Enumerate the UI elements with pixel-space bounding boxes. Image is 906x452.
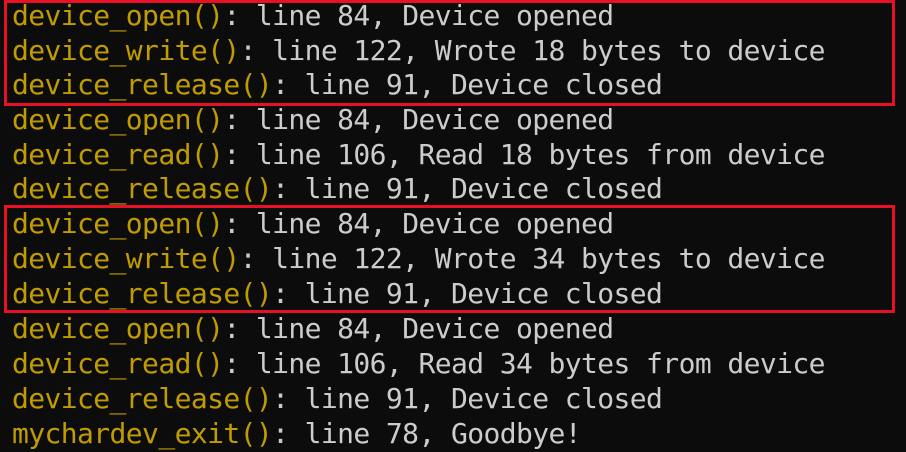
log-function-name: device_read() <box>12 138 224 171</box>
log-function-name: device_release() <box>12 382 273 415</box>
terminal-output: device_open(): line 84, Device opened de… <box>0 0 906 452</box>
log-function-name: mychardev_exit() <box>12 417 273 450</box>
log-message: : line 84, Device opened <box>223 103 614 136</box>
log-function-name: device_release() <box>12 172 273 205</box>
log-message: : line 106, Read 18 bytes from device <box>223 138 825 171</box>
log-message: : line 84, Device opened <box>223 312 614 345</box>
log-function-name: device_open() <box>12 103 224 136</box>
log-function-name: device_read() <box>12 347 224 380</box>
log-message: : line 106, Read 34 bytes from device <box>223 347 825 380</box>
log-line: device_read(): line 106, Read 18 bytes f… <box>12 137 825 172</box>
highlight-box-write-34 <box>4 205 895 313</box>
log-function-name: device_open() <box>12 312 224 345</box>
log-line: device_release(): line 91, Device closed <box>12 171 663 206</box>
log-line: mychardev_exit(): line 78, Goodbye! <box>12 416 582 451</box>
log-message: : line 78, Goodbye! <box>272 417 582 450</box>
log-line: device_open(): line 84, Device opened <box>12 102 614 137</box>
log-message: : line 91, Device closed <box>272 382 663 415</box>
log-line: device_release(): line 91, Device closed <box>12 381 663 416</box>
highlight-box-write-18 <box>4 0 895 106</box>
log-message: : line 91, Device closed <box>272 172 663 205</box>
log-line: device_open(): line 84, Device opened <box>12 311 614 346</box>
log-line: device_read(): line 106, Read 34 bytes f… <box>12 346 825 381</box>
